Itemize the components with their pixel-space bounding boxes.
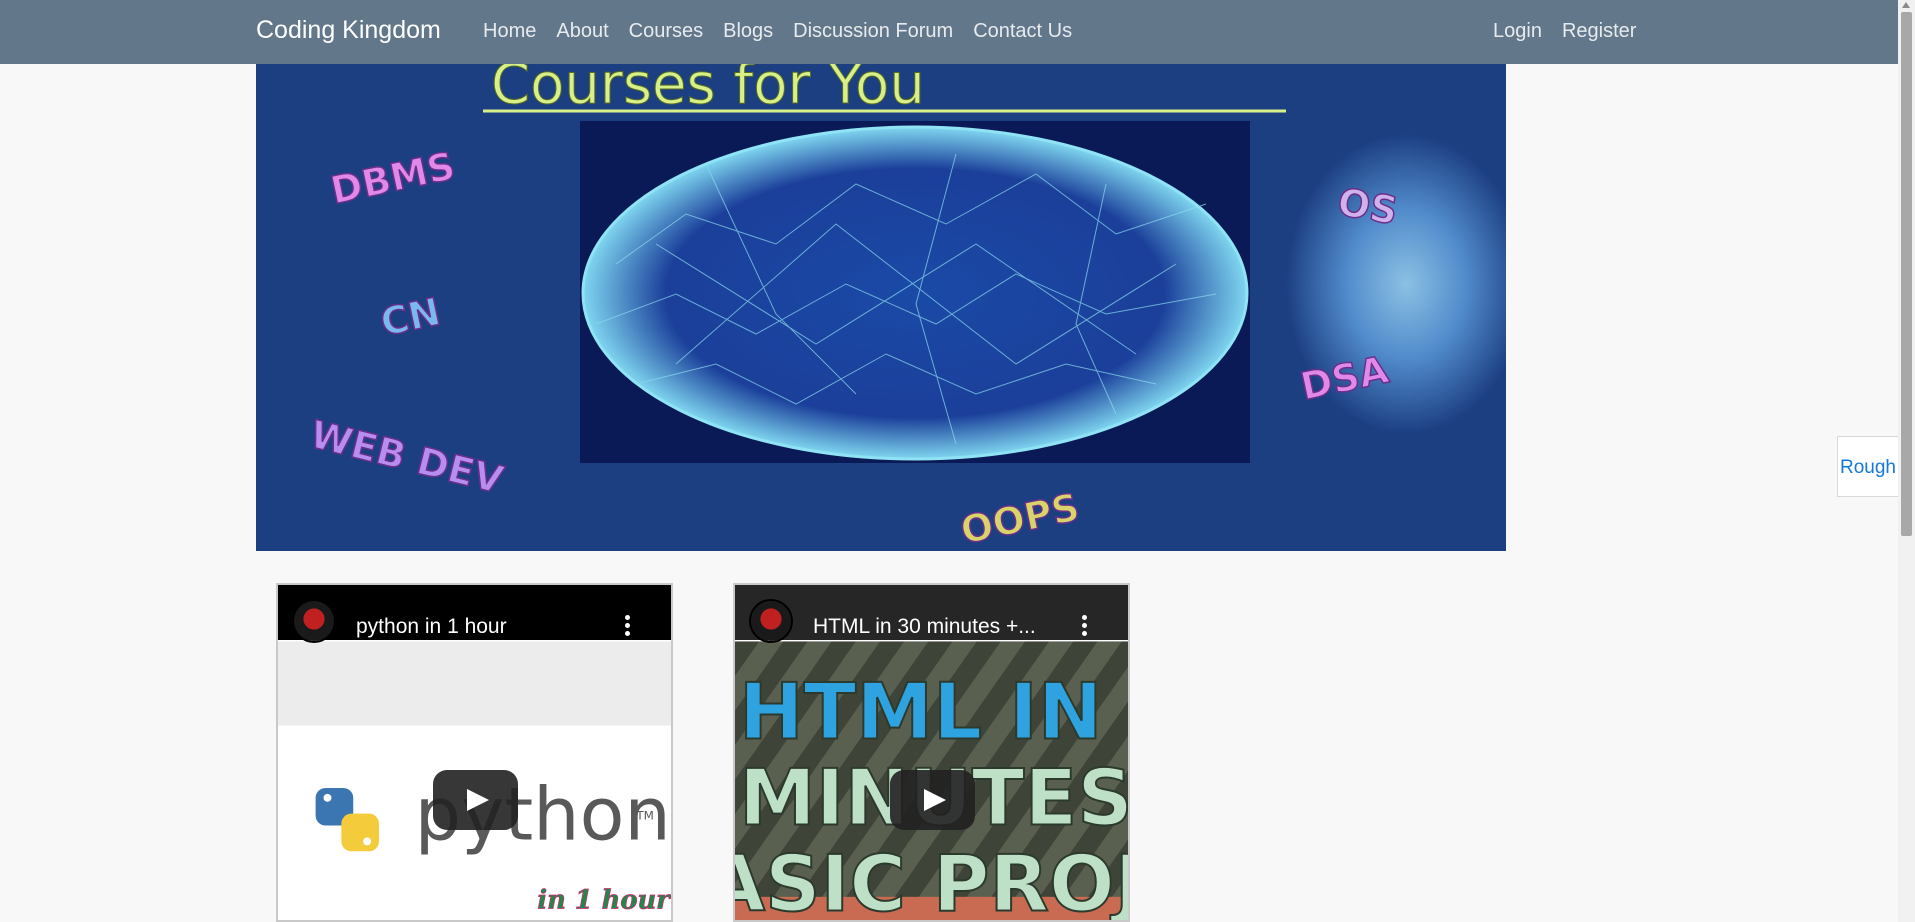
channel-avatar[interactable]	[292, 599, 336, 643]
video-title[interactable]: HTML in 30 minutes +...	[813, 615, 1036, 639]
topic-oops: OOPS	[957, 485, 1083, 551]
banner-heading: Courses for You	[491, 64, 925, 117]
topic-web-dev: WEB DEV	[306, 412, 508, 502]
play-icon[interactable]	[890, 770, 975, 830]
video-embed-html[interactable]: HTML IN 30 MINUTES + ASIC PROJEC HTML in…	[733, 583, 1130, 922]
scrollbar-thumb[interactable]	[1901, 12, 1912, 536]
nav-contact-us[interactable]: Contact Us	[973, 20, 1072, 43]
banner-graphic: Courses for You DBMS CN WEB DEV OOPS DSA…	[305, 64, 1506, 551]
channel-avatar[interactable]	[749, 599, 793, 643]
play-icon[interactable]	[433, 770, 518, 830]
nav-courses[interactable]: Courses	[629, 20, 703, 43]
nav-blogs[interactable]: Blogs	[723, 20, 773, 43]
topic-cn: CN	[377, 289, 445, 344]
html-thumb-line-3: ASIC PROJEC	[735, 840, 1128, 922]
scroll-up-arrow-icon[interactable]	[1902, 2, 1910, 8]
nav-discussion-forum[interactable]: Discussion Forum	[793, 20, 953, 43]
nav-about[interactable]: About	[556, 20, 608, 43]
html-thumb-line-1: HTML IN 30	[739, 667, 1128, 757]
rough-side-tab[interactable]: Rough	[1837, 436, 1899, 497]
login-link[interactable]: Login	[1493, 20, 1542, 43]
topic-dbms: DBMS	[327, 144, 459, 213]
register-link[interactable]: Register	[1562, 20, 1636, 43]
video-header: python in 1 hour	[278, 585, 671, 643]
more-vert-icon[interactable]	[625, 615, 633, 639]
auth-links: Login Register	[1493, 20, 1636, 43]
top-navbar: Coding Kingdom Home About Courses Blogs …	[0, 0, 1898, 64]
video-title[interactable]: python in 1 hour	[356, 615, 507, 639]
nav-links: Home About Courses Blogs Discussion Foru…	[483, 20, 1072, 43]
page-scrollbar[interactable]	[1898, 0, 1915, 922]
courses-banner-image: Courses for You DBMS CN WEB DEV OOPS DSA…	[256, 64, 1506, 551]
svg-text:TM: TM	[635, 809, 653, 823]
nav-home[interactable]: Home	[483, 20, 536, 43]
python-thumb-subtitle: in 1 hour	[537, 886, 671, 916]
brand-logo-link[interactable]: Coding Kingdom	[256, 16, 441, 45]
video-embed-python[interactable]: python TM in 1 hour python in 1 hour	[276, 583, 673, 922]
more-vert-icon[interactable]	[1082, 615, 1090, 639]
video-header: HTML in 30 minutes +...	[735, 585, 1128, 643]
